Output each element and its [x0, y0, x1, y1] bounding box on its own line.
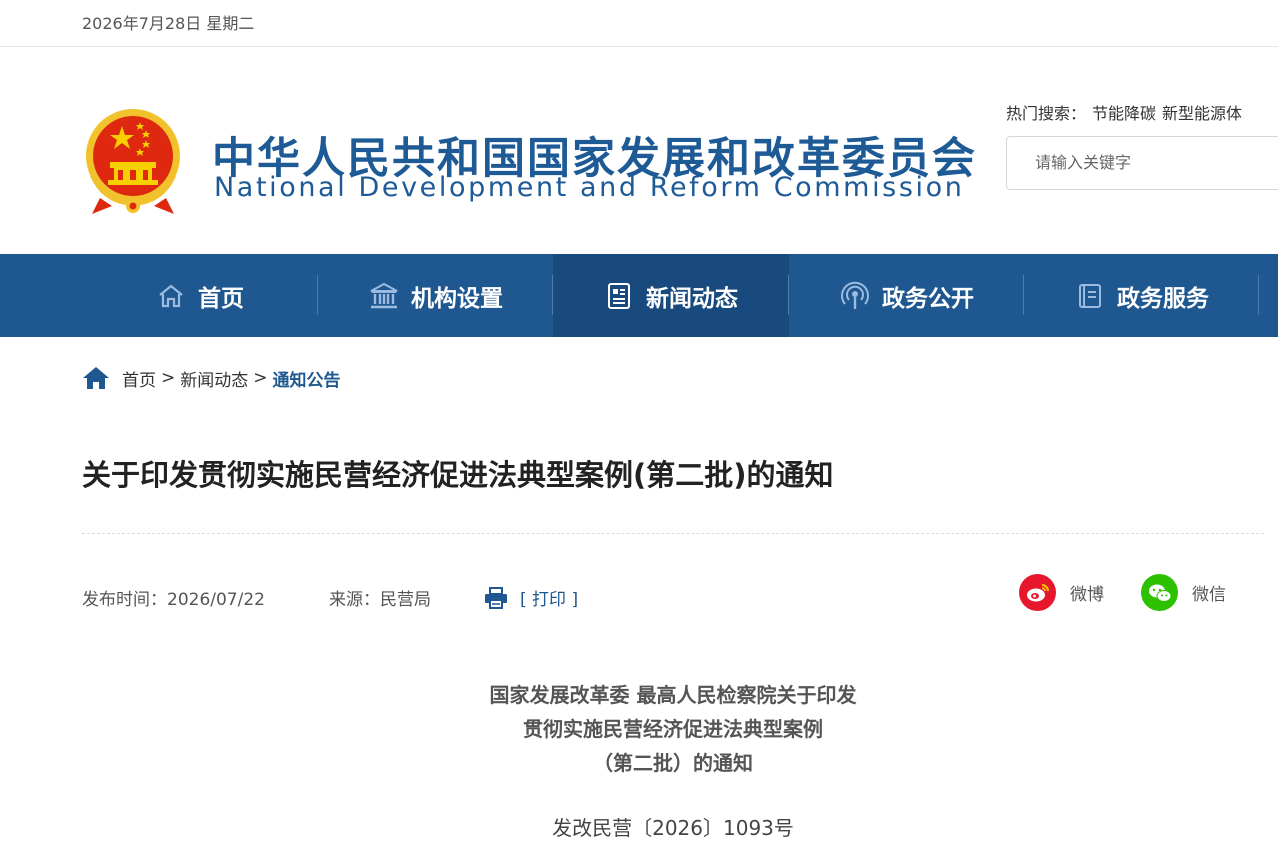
current-date: 2026年7月28日 星期二 — [82, 14, 255, 33]
nav-item-label: 首页 — [198, 285, 244, 312]
document-heading-line: 国家发展改革委 最高人民检察院关于印发 — [489, 683, 857, 707]
nav-item-label: 新闻动态 — [646, 285, 738, 312]
hot-term[interactable]: 新型能源体 — [1162, 104, 1242, 123]
breadcrumb-separator: > — [161, 368, 176, 388]
hot-search-label: 热门搜索： — [1006, 104, 1087, 123]
nav-item-label: 政务公开 — [882, 285, 974, 312]
share-label: 微博 — [1070, 585, 1104, 605]
nav-item-home[interactable]: 首页 — [82, 254, 318, 337]
publish-time: 发布时间：2026/07/22 — [82, 590, 265, 610]
article-title: 关于印发贯彻实施民营经济促进法典型案例(第二批)的通知 — [82, 458, 834, 492]
site-title-en[interactable]: National Development and Reform Commissi… — [214, 172, 964, 203]
home-icon — [156, 281, 186, 311]
search-box — [1006, 136, 1278, 190]
hot-search: 热门搜索： 节能降碳 新型能源体 — [1006, 100, 1248, 124]
document-number: 发改民营〔2026〕1093号 — [0, 812, 1278, 841]
nav-item-government-affairs[interactable]: 政务公开 — [789, 254, 1025, 337]
broadcast-icon — [840, 281, 870, 311]
national-emblem-logo[interactable] — [82, 106, 184, 218]
news-icon — [604, 281, 634, 311]
institution-icon — [369, 281, 399, 311]
document-heading: 国家发展改革委 最高人民检察院关于印发 贯彻实施民营经济促进法典型案例 （第二批… — [0, 678, 1278, 780]
main-nav: 首页 机构设置 新闻动态 政务公开 政务服务 — [0, 254, 1278, 337]
document-heading-line: （第二批）的通知 — [593, 751, 753, 775]
title-divider — [82, 533, 1264, 534]
breadcrumb-current[interactable]: 通知公告 — [273, 366, 341, 391]
printer-icon — [485, 586, 507, 609]
print-label: [ 打印 ] — [520, 590, 579, 610]
article-source: 来源：民营局 — [329, 590, 431, 610]
document-heading-line: 贯彻实施民营经济促进法典型案例 — [523, 717, 823, 741]
document-number-text: 发改民营〔2026〕1093号 — [552, 816, 794, 840]
top-bar: 2026年7月28日 星期二 — [0, 0, 1278, 47]
nav-item-government-service[interactable]: 政务服务 — [1024, 254, 1260, 337]
home-icon[interactable] — [82, 366, 110, 390]
share-weibo-button[interactable]: 微博 — [1019, 574, 1104, 611]
share-label: 微信 — [1192, 585, 1226, 605]
nav-item-label: 机构设置 — [411, 285, 503, 312]
share-wechat-button[interactable]: 微信 — [1141, 574, 1226, 611]
nav-item-institution[interactable]: 机构设置 — [318, 254, 554, 337]
service-icon — [1075, 281, 1105, 311]
breadcrumb-news[interactable]: 新闻动态 — [180, 366, 248, 391]
nav-divider — [1258, 275, 1259, 315]
search-input[interactable] — [1035, 153, 1275, 172]
nav-item-label: 政务服务 — [1117, 285, 1209, 312]
breadcrumb-separator: > — [253, 368, 268, 388]
nav-item-news[interactable]: 新闻动态 — [553, 254, 789, 337]
breadcrumb: 首页 > 新闻动态 > 通知公告 — [82, 364, 341, 392]
wechat-icon — [1141, 574, 1178, 611]
weibo-icon — [1019, 574, 1056, 611]
hot-term[interactable]: 节能降碳 — [1092, 104, 1156, 123]
print-button[interactable]: [ 打印 ] — [484, 585, 578, 610]
breadcrumb-home[interactable]: 首页 — [122, 366, 156, 391]
